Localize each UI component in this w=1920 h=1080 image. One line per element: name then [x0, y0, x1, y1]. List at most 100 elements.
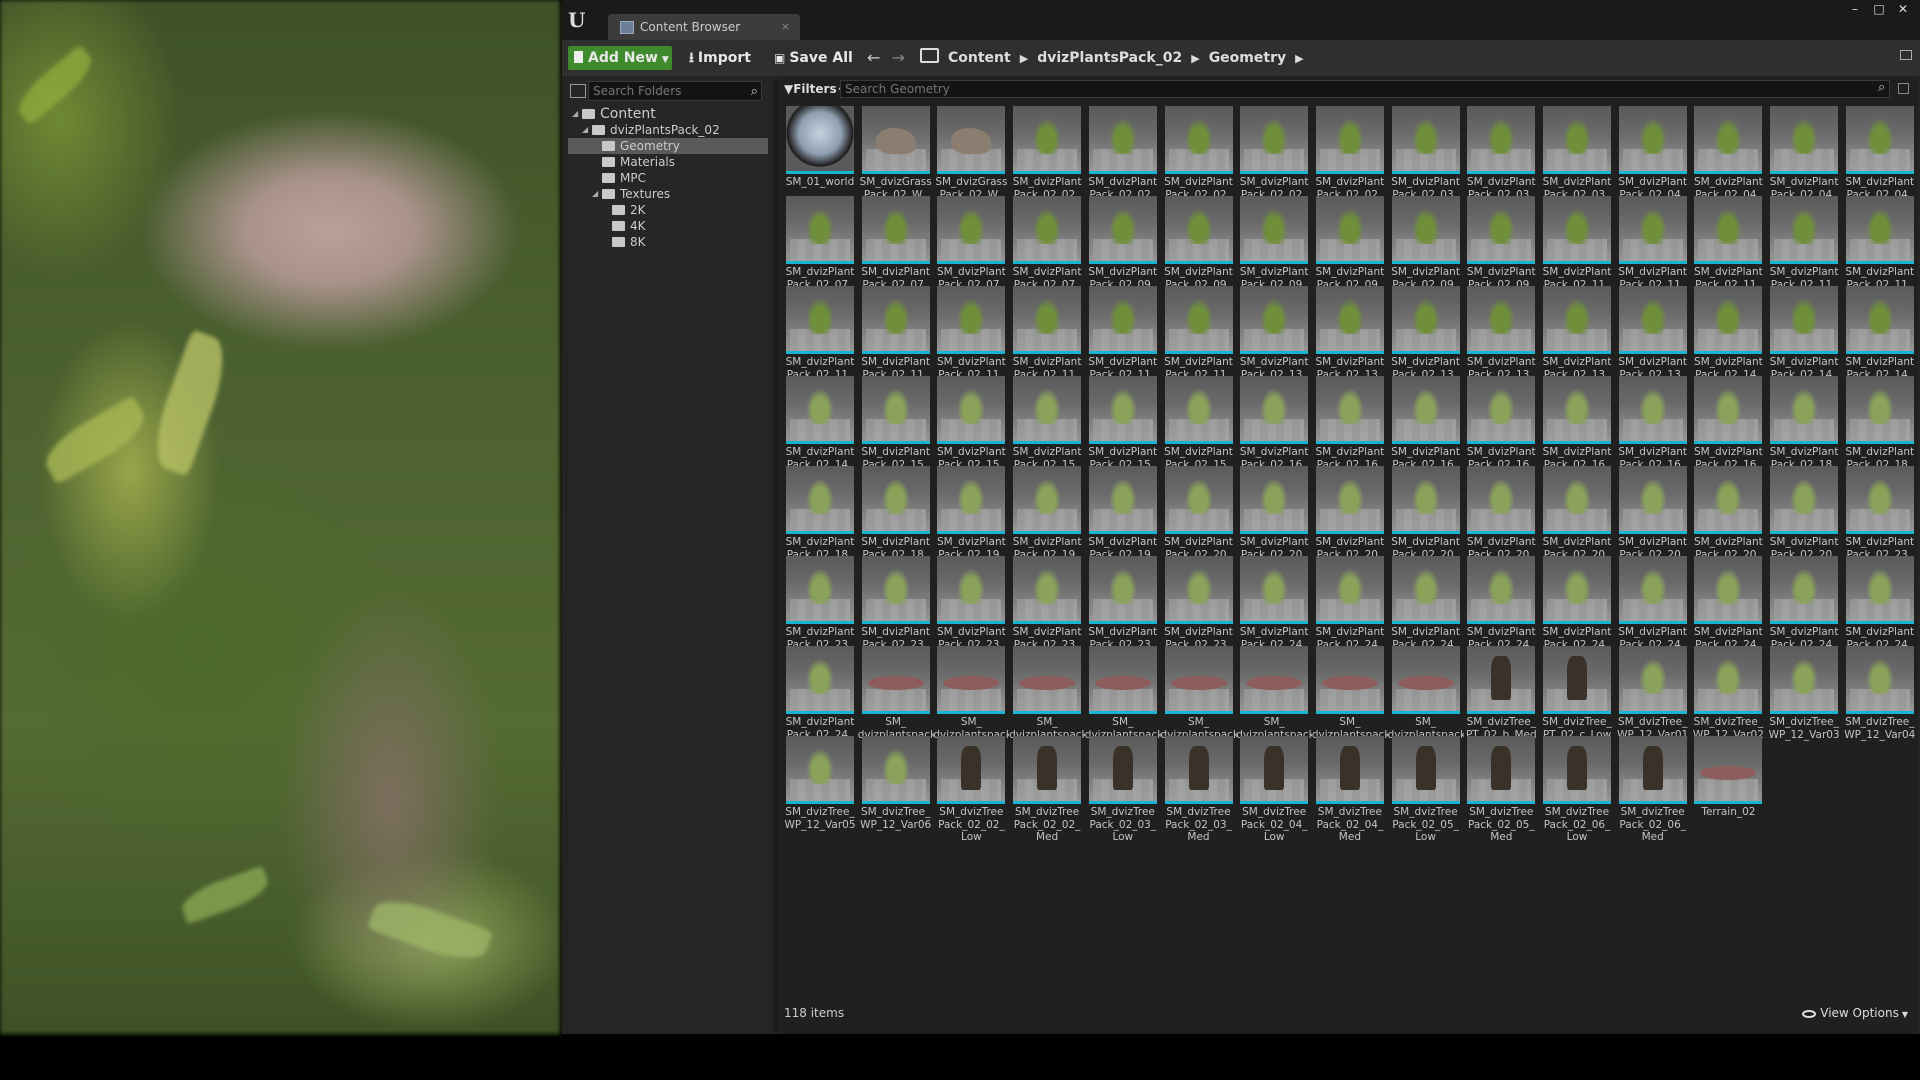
asset-thumbnail: [1391, 736, 1460, 804]
expand-arrow-icon[interactable]: ◢: [582, 122, 588, 138]
asset-mesh-preview: [1108, 478, 1137, 514]
asset-tile[interactable]: SM_dvizTree Pack_02_02_ Med: [1013, 736, 1082, 844]
filters-button[interactable]: ▼Filters▼: [784, 80, 845, 98]
new-file-icon: [574, 51, 583, 63]
close-icon[interactable]: ✕: [1892, 2, 1914, 18]
tab-close-icon[interactable]: ×: [781, 14, 790, 40]
asset-mesh-preview: [1563, 118, 1591, 154]
asset-mesh-preview: [1033, 388, 1062, 424]
asset-tile[interactable]: SM_dvizTree Pack_02_06_ Med: [1618, 736, 1687, 844]
search-icon[interactable]: ⌕: [1878, 80, 1885, 95]
forward-arrow-icon[interactable]: →: [892, 48, 905, 67]
asset-name-line: SM_dvizTree: [1090, 806, 1155, 818]
breadcrumb-item-content[interactable]: Content: [948, 50, 1011, 66]
asset-mesh-preview: [881, 298, 910, 334]
breadcrumb-chevron-icon[interactable]: ▶: [1295, 52, 1303, 65]
folder-tree-item[interactable]: ◢ dvizPlantsPack_02: [568, 122, 768, 138]
asset-thumbnail: [937, 466, 1006, 534]
asset-name-line: SM_dvizPlant: [1239, 626, 1309, 638]
folder-tree-item[interactable]: Geometry: [568, 138, 768, 154]
import-button[interactable]: ⭳ Import: [689, 46, 751, 70]
asset-thumbnail: [1467, 556, 1536, 624]
level-viewport[interactable]: [0, 0, 560, 1034]
asset-thumbnail: [861, 376, 930, 444]
save-search-icon[interactable]: [1898, 83, 1909, 94]
asset-name-line: SM_dvizGrass: [859, 176, 932, 188]
asset-name-line: SM_dvizPlant: [1694, 176, 1763, 188]
add-new-button[interactable]: Add New ▼: [568, 46, 672, 70]
asset-mesh-preview: [1411, 208, 1440, 244]
save-all-button[interactable]: ▣ Save All: [774, 46, 853, 70]
expand-arrow-icon[interactable]: ◢: [572, 106, 578, 122]
asset-tile[interactable]: SM_dvizTree Pack_02_05_ Med: [1467, 736, 1536, 844]
asset-tile[interactable]: SM_dvizTree_ WP_12_Var06: [860, 736, 931, 844]
search-icon[interactable]: ⌕: [751, 84, 758, 99]
asset-tile[interactable]: SM_dvizTree Pack_02_03_ Low: [1088, 736, 1157, 844]
collapse-sources-icon[interactable]: [570, 84, 586, 98]
asset-name-line: SM_dvizPlant: [1164, 266, 1233, 278]
asset-tile[interactable]: Terrain_02: [1694, 736, 1763, 844]
breadcrumb-item-geometry[interactable]: Geometry: [1209, 50, 1286, 66]
asset-name-line: Pack_02_05_: [1467, 818, 1535, 831]
breadcrumb-chevron-icon[interactable]: ▶: [1191, 52, 1199, 65]
asset-tile[interactable]: SM_dvizTree Pack_02_03_ Med: [1164, 736, 1233, 844]
asset-mesh-preview: [1790, 478, 1819, 514]
breadcrumb-item-pack[interactable]: dvizPlantsPack_02: [1037, 50, 1182, 66]
asset-thumbnail: [937, 106, 1006, 174]
minimize-icon[interactable]: –: [1844, 2, 1866, 18]
asset-name-line: SM_dvizPlant: [1769, 176, 1839, 188]
asset-mesh-preview: [1714, 568, 1743, 604]
tab-content-browser[interactable]: Content Browser ×: [608, 14, 800, 40]
asset-thumbnail: [1770, 376, 1839, 444]
asset-name-line: Pack_02_02_: [938, 818, 1005, 831]
leaf-shape: [144, 329, 236, 477]
asset-thumbnail: [1694, 736, 1763, 804]
asset-mesh-preview: [1487, 298, 1516, 334]
asset-mesh-preview: [881, 388, 910, 424]
asset-name-line: SM_dvizPlant: [1164, 356, 1233, 368]
asset-name-line: SM_dvizPlant: [1315, 536, 1385, 548]
folder-tree-item[interactable]: Materials: [568, 154, 768, 170]
search-assets-input[interactable]: [840, 80, 1890, 98]
asset-mesh-preview: [875, 128, 916, 154]
folder-tree-item[interactable]: 2K: [568, 202, 768, 218]
folder-tree-item[interactable]: ◢ Textures: [568, 186, 768, 202]
folder-tree-item[interactable]: ◢ Content: [568, 106, 768, 122]
asset-mesh-preview: [1790, 298, 1819, 334]
asset-mesh-preview: [1642, 746, 1663, 790]
folder-tree-label: dvizPlantsPack_02: [610, 123, 720, 137]
asset-name-line: SM_dvizTree: [1469, 806, 1534, 818]
search-folders-input[interactable]: [588, 81, 762, 101]
asset-mesh-preview: [1638, 568, 1667, 604]
breadcrumb-chevron-icon[interactable]: ▶: [1020, 52, 1028, 65]
asset-tile[interactable]: SM_dvizTree_ WP_12_Var04: [1844, 646, 1915, 754]
folder-tree-item[interactable]: 4K: [568, 218, 768, 234]
asset-name-line: Low: [1263, 831, 1285, 843]
folder-tree-item[interactable]: 8K: [568, 234, 768, 250]
asset-mesh-preview: [1260, 388, 1289, 424]
back-arrow-icon[interactable]: ←: [867, 48, 880, 67]
asset-mesh-preview: [1037, 746, 1058, 790]
folder-tree-item[interactable]: MPC: [568, 170, 768, 186]
asset-tile[interactable]: SM_dvizTree Pack_02_04_ Low: [1240, 736, 1309, 844]
asset-name-line: SM_dvizPlant: [1088, 356, 1158, 368]
asset-tile[interactable]: SM_dvizTree Pack_02_04_ Med: [1315, 736, 1384, 844]
maximize-icon[interactable]: □: [1868, 2, 1890, 18]
leaf-shape: [366, 890, 494, 970]
asset-thumbnail: [1164, 466, 1233, 534]
asset-thumbnail: [1467, 646, 1536, 714]
asset-name-line: Terrain_02: [1701, 806, 1756, 818]
asset-tile[interactable]: SM_dvizTree Pack_02_06_ Low: [1543, 736, 1611, 844]
asset-name-line: SM_dvizPlant: [1239, 356, 1309, 368]
lock-icon[interactable]: [1900, 50, 1912, 60]
view-options-button[interactable]: View Options ▼: [1802, 1006, 1908, 1020]
asset-thumbnail: [1618, 736, 1687, 804]
asset-mesh-preview: [1563, 298, 1591, 334]
asset-mesh-preview: [881, 478, 910, 514]
asset-tile[interactable]: SM_dvizTree_ WP_12_Var03: [1769, 646, 1840, 754]
asset-name: SM_dvizTree Pack_02_05_ Low: [1388, 806, 1464, 844]
asset-tile[interactable]: SM_dvizTree_ WP_12_Var05: [784, 736, 856, 844]
expand-arrow-icon[interactable]: ◢: [592, 186, 598, 202]
asset-tile[interactable]: SM_dvizTree Pack_02_05_ Low: [1391, 736, 1460, 844]
asset-tile[interactable]: SM_dvizTree Pack_02_02_ Low: [937, 736, 1006, 844]
